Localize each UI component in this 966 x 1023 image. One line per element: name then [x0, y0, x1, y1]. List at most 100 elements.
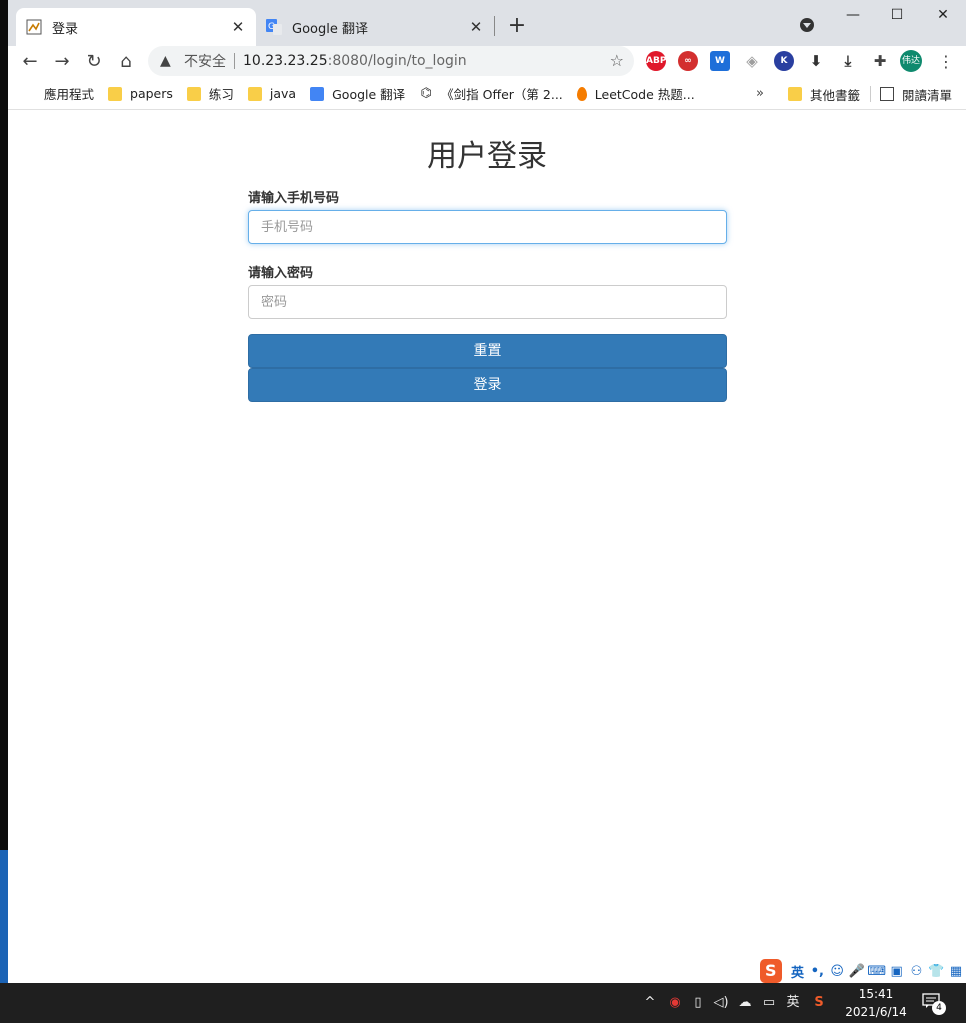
notification-count-badge: 4: [932, 1001, 946, 1015]
download-icon[interactable]: ⤓: [838, 51, 858, 71]
forward-button[interactable]: →: [48, 48, 76, 76]
flame-icon: [576, 86, 587, 101]
volume-icon[interactable]: ◁): [710, 983, 732, 1023]
back-button[interactable]: ←: [16, 48, 44, 76]
tab-search-icon[interactable]: [800, 18, 814, 32]
new-tab-button[interactable]: +: [504, 14, 530, 40]
ime-microphone-icon[interactable]: 🎤: [847, 964, 867, 979]
leetcode-icon: ⌬: [420, 85, 432, 101]
reading-list-icon: [880, 87, 894, 101]
chrome-menu-icon[interactable]: ⋮: [938, 48, 954, 76]
bookmark-star-icon[interactable]: ☆: [610, 52, 624, 70]
network-icon[interactable]: ▭: [758, 983, 780, 1023]
ime-emoji-icon[interactable]: ☺: [827, 964, 847, 979]
usb-drive-icon[interactable]: ▯: [688, 983, 708, 1023]
bookmark-label: papers: [130, 86, 173, 101]
password-input[interactable]: [248, 285, 727, 319]
extensions-puzzle-icon[interactable]: ✚: [870, 51, 890, 71]
reading-list-label: 閱讀清單: [902, 87, 953, 103]
shield-extension-icon[interactable]: ◈: [742, 51, 762, 71]
close-window-button[interactable]: ✕: [920, 0, 966, 32]
w-extension-icon[interactable]: W: [710, 51, 730, 71]
input-language-indicator[interactable]: 英: [782, 983, 804, 1023]
ime-keyboard-icon[interactable]: ⌨: [867, 964, 887, 979]
page-favicon-icon: [26, 19, 42, 35]
tab-divider: [494, 16, 495, 36]
bookmark-label: LeetCode 热题...: [594, 87, 695, 102]
sogou-logo-icon[interactable]: S: [760, 959, 782, 983]
tab-title: Google 翻译: [292, 21, 368, 37]
bookmark-leetcode-hot[interactable]: LeetCode 热题...: [576, 84, 695, 103]
bookmark-label: 其他書籤: [810, 87, 861, 103]
ime-punctuation-icon[interactable]: •,: [807, 964, 827, 979]
red-circle-extension-icon[interactable]: ∞: [678, 51, 698, 71]
clock-time: 15:41: [858, 987, 894, 1001]
tab-strip: 登录 ✕ G Google 翻译 ✕ + — ☐ ✕: [8, 0, 966, 46]
tab-login[interactable]: 登录 ✕: [16, 8, 256, 46]
address-bar[interactable]: ▲ 不安全 10.23.23.25:8080/login/to_login ☆: [148, 46, 634, 76]
reset-button[interactable]: 重置: [248, 334, 727, 368]
bookmark-jianzhi-offer[interactable]: ⌬ 《剑指 Offer（第 2...: [419, 84, 563, 103]
bookmark-label: java: [269, 86, 297, 101]
ime-user-icon[interactable]: ⚇: [907, 964, 927, 979]
bookmark-folder-papers[interactable]: papers: [108, 86, 173, 101]
folder-icon: [788, 87, 802, 101]
download-arrow-icon[interactable]: ⬇: [806, 51, 826, 71]
reload-button[interactable]: ↻: [80, 48, 108, 76]
bookmarks-more-chevron-icon[interactable]: »: [756, 86, 764, 101]
bookmark-label: 练习: [208, 87, 234, 102]
ime-skin-icon[interactable]: 👕: [926, 964, 946, 979]
browser-window: 登录 ✕ G Google 翻译 ✕ + — ☐ ✕ ← → ↻ ⌂ ▲ 不安全…: [8, 0, 966, 983]
bookmark-label: Google 翻译: [332, 87, 406, 102]
home-button[interactable]: ⌂: [112, 48, 140, 76]
tab-google-translate[interactable]: G Google 翻译 ✕: [256, 8, 494, 46]
ime-toolbox-icon[interactable]: ▦: [946, 964, 966, 979]
onedrive-cloud-icon[interactable]: ☁: [734, 983, 756, 1023]
bookmarks-divider: [870, 86, 871, 102]
url-path: :8080/login/to_login: [327, 53, 467, 69]
login-button[interactable]: 登录: [248, 368, 727, 402]
bookmark-folder-practice[interactable]: 练习: [186, 84, 234, 103]
clock-date: 2021/6/14: [845, 1005, 907, 1019]
warning-icon[interactable]: ▲: [160, 53, 176, 69]
phone-label: 请输入手机号码: [248, 191, 340, 206]
abp-extension-icon[interactable]: ABP: [646, 51, 666, 71]
minimize-button[interactable]: —: [830, 0, 876, 32]
phone-input[interactable]: [248, 210, 727, 244]
desktop-wallpaper: [0, 850, 8, 983]
folder-icon: [108, 86, 123, 101]
tab-close-icon[interactable]: ✕: [468, 19, 484, 35]
netease-music-icon[interactable]: ◉: [664, 983, 686, 1023]
bookmarks-bar: 應用程式 papers 练习 java Google 翻译 ⌬ 《剑指 Offe…: [8, 78, 966, 110]
ime-language-toggle[interactable]: 英: [788, 962, 808, 981]
bookmark-other[interactable]: 其他書籤: [788, 78, 860, 110]
browser-toolbar: ← → ↻ ⌂ ▲ 不安全 10.23.23.25:8080/login/to_…: [8, 46, 966, 78]
bookmark-google-translate[interactable]: Google 翻译: [310, 84, 405, 103]
windows-taskbar: ^ ◉ ▯ ◁) ☁ ▭ 英 S 15:41 2021/6/14 4: [0, 983, 966, 1023]
page-title: 用户登录: [427, 139, 547, 174]
sogou-tray-icon[interactable]: S: [808, 983, 830, 1023]
maximize-button[interactable]: ☐: [874, 0, 920, 32]
bookmark-label: 《剑指 Offer（第 2...: [441, 87, 563, 102]
google-translate-favicon-icon: G: [266, 19, 282, 35]
bookmark-label: 應用程式: [44, 87, 95, 102]
desktop-background-strip: [0, 0, 8, 983]
google-translate-icon: [310, 86, 325, 101]
folder-icon: [247, 86, 262, 101]
k-extension-icon[interactable]: K: [774, 51, 794, 71]
profile-avatar[interactable]: 伟达: [900, 50, 922, 72]
system-clock[interactable]: 15:41 2021/6/14: [836, 985, 916, 1021]
bookmark-folder-java[interactable]: java: [247, 86, 297, 101]
ime-toolbar: S 英 •, ☺ 🎤 ⌨ ▣ ⚇ 👕 ▦: [760, 958, 966, 984]
apps-grid-icon: [22, 87, 36, 101]
tab-close-icon[interactable]: ✕: [230, 19, 246, 35]
omnibox-separator: [234, 53, 235, 69]
tray-expand-chevron-icon[interactable]: ^: [640, 983, 660, 1023]
page-content: 用户登录 请输入手机号码 请输入密码 重置 登录: [8, 111, 966, 983]
password-label: 请输入密码: [248, 266, 314, 281]
reading-list[interactable]: 閱讀清單: [880, 78, 952, 110]
ime-screenshot-icon[interactable]: ▣: [887, 964, 907, 979]
security-status[interactable]: 不安全: [184, 51, 226, 71]
tab-title: 登录: [52, 21, 79, 37]
bookmark-apps[interactable]: 應用程式: [22, 84, 94, 103]
